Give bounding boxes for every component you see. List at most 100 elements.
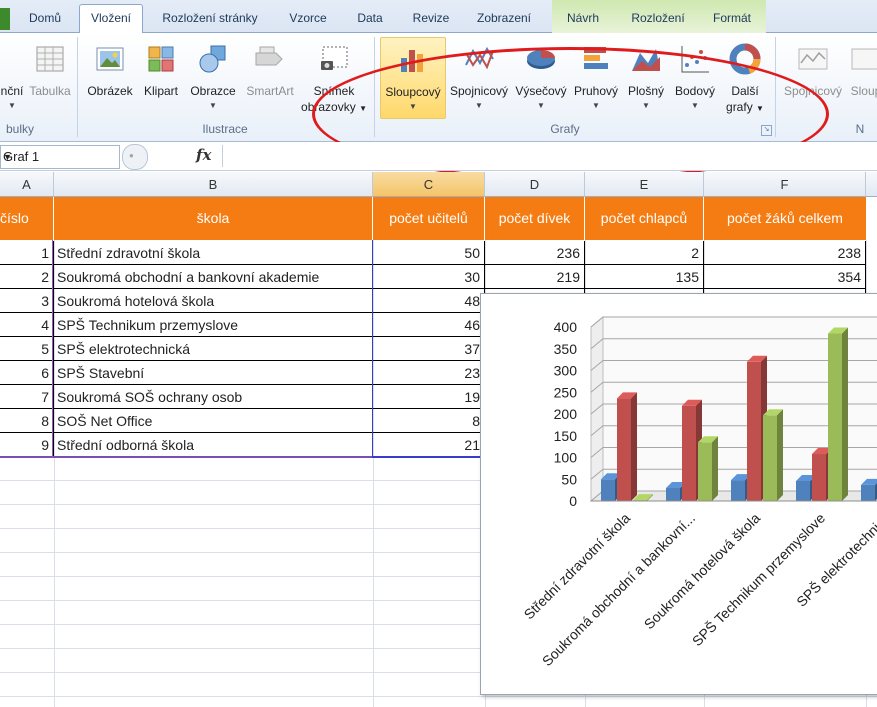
ribbon-insert-panel: nční ▼ Tabulka bulky Obrázek Klipart Obr… xyxy=(0,33,877,181)
column-header-b[interactable]: B xyxy=(54,172,373,197)
column-header-f[interactable]: F xyxy=(704,172,866,197)
cell-number[interactable]: 5 xyxy=(0,337,54,361)
cell-school[interactable]: SOŠ Net Office xyxy=(54,409,373,433)
header-cell-boys[interactable]: počet chlapců xyxy=(585,197,704,240)
cell-number[interactable]: 4 xyxy=(0,313,54,337)
cell-teachers[interactable]: 30 xyxy=(373,265,485,289)
cell-school[interactable]: Střední zdravotní škola xyxy=(54,241,373,265)
dropdown-arrow-icon: ▼ xyxy=(209,101,217,110)
cell-school[interactable]: SPŠ Stavební xyxy=(54,361,373,385)
cell-school[interactable]: Soukromá hotelová škola xyxy=(54,289,373,313)
table-icon xyxy=(36,46,64,72)
column-header-g[interactable] xyxy=(866,172,877,197)
cell-school[interactable]: Soukromá SOŠ ochrany osob xyxy=(54,385,373,409)
cell-teachers[interactable]: 48 xyxy=(373,289,485,313)
sparklines-group-label: N xyxy=(855,122,865,136)
formula-input[interactable] xyxy=(222,145,877,167)
cell-number[interactable]: 3 xyxy=(0,289,54,313)
name-box[interactable]: Graf 1 ▼ xyxy=(0,145,120,169)
dropdown-arrow-icon: ▼ xyxy=(8,101,16,110)
cell-girls[interactable]: 219 xyxy=(485,265,585,289)
cell-teachers[interactable]: 50 xyxy=(373,241,485,265)
cell-boys[interactable]: 2 xyxy=(585,241,704,265)
cell-school[interactable]: Soukromá obchodní a bankovní akademie xyxy=(54,265,373,289)
shapes-icon xyxy=(199,45,226,73)
chart-bar xyxy=(617,398,631,501)
cell-number[interactable]: 2 xyxy=(0,265,54,289)
sparkline-column-icon xyxy=(851,48,877,70)
pivot-table-label: nční xyxy=(0,84,24,98)
chart-y-tick-label: 0 xyxy=(569,493,577,509)
chart-plot: 0 50 100 150 200 250 300 350 400 Střední zdravotn… xyxy=(521,315,877,669)
pivot-table-button[interactable]: nční ▼ xyxy=(0,37,24,117)
cell-teachers[interactable]: 23 xyxy=(373,361,485,385)
cell-total[interactable]: 354 xyxy=(704,265,866,289)
chevron-down-icon[interactable]: ▼ xyxy=(3,152,115,162)
column-header-c[interactable]: C xyxy=(373,172,485,197)
smartart-button[interactable]: SmartArt xyxy=(242,37,298,117)
cell-number[interactable]: 8 xyxy=(0,409,54,433)
tab-home[interactable]: Domů xyxy=(14,5,76,31)
cell-school[interactable]: Střední odborná škola xyxy=(54,433,373,457)
shapes-button[interactable]: Obrazce ▼ xyxy=(186,37,240,117)
sparkline-column-button[interactable]: Sloup xyxy=(846,37,877,117)
file-tab-edge[interactable] xyxy=(0,8,10,30)
tab-page-layout[interactable]: Rozložení stránky xyxy=(150,5,270,31)
cell-teachers[interactable]: 46 xyxy=(373,313,485,337)
cell-teachers[interactable]: 8 xyxy=(373,409,485,433)
tab-chart-format[interactable]: Formát xyxy=(702,5,762,31)
cell-boys[interactable]: 135 xyxy=(585,265,704,289)
insert-function-icon[interactable]: fx xyxy=(196,146,211,164)
chart-y-tick-label: 200 xyxy=(554,406,578,422)
selection-border-bottom-purple xyxy=(0,456,372,458)
cell-teachers[interactable]: 21 xyxy=(373,433,485,457)
header-cell-total[interactable]: počet žáků celkem xyxy=(704,197,866,240)
chart-bar-side xyxy=(631,392,637,501)
clipart-button[interactable]: Klipart xyxy=(139,37,183,117)
selection-border-purple xyxy=(52,240,53,457)
clipart-icon xyxy=(148,46,174,72)
embedded-chart[interactable]: 0 50 100 150 200 250 300 350 400 Střední zdravotn… xyxy=(480,293,877,695)
chart-y-tick-label: 350 xyxy=(554,341,578,357)
tab-formulas[interactable]: Vzorce xyxy=(280,5,336,31)
cell-teachers[interactable]: 37 xyxy=(373,337,485,361)
chart-bar xyxy=(812,454,826,501)
chart-y-tick-label: 100 xyxy=(554,450,578,466)
header-cell-teachers[interactable]: počet učitelů xyxy=(373,197,485,240)
picture-button[interactable]: Obrázek xyxy=(82,37,138,117)
header-cell-girls[interactable]: počet dívek xyxy=(485,197,585,240)
formula-bar-resize-handle[interactable]: ● xyxy=(122,144,148,170)
header-cell-school[interactable]: škola xyxy=(54,197,373,240)
chart-bar-side xyxy=(842,327,848,501)
tab-insert[interactable]: Vložení xyxy=(79,4,143,34)
cell-school[interactable]: SPŠ elektrotechnická xyxy=(54,337,373,361)
screenshot-icon xyxy=(321,46,348,70)
tab-data[interactable]: Data xyxy=(346,5,394,31)
sparkline-line-icon xyxy=(798,48,828,70)
cell-girls[interactable]: 236 xyxy=(485,241,585,265)
chart-bar xyxy=(682,405,696,501)
cell-school[interactable]: SPŠ Technikum przemyslove xyxy=(54,313,373,337)
smartart-icon xyxy=(255,46,283,66)
tab-chart-layout[interactable]: Rozložení xyxy=(620,5,696,31)
cell-number[interactable]: 6 xyxy=(0,361,54,385)
cell-total[interactable]: 238 xyxy=(704,241,866,265)
tab-review[interactable]: Revize xyxy=(404,5,458,31)
cell-number[interactable]: 7 xyxy=(0,385,54,409)
chart-bar xyxy=(763,415,777,501)
table-button[interactable]: Tabulka xyxy=(26,37,74,117)
tab-view[interactable]: Zobrazení xyxy=(466,5,542,31)
chart-y-tick-label: 250 xyxy=(554,384,578,400)
column-header-e[interactable]: E xyxy=(585,172,704,197)
column-header-a[interactable]: A xyxy=(0,172,54,197)
cell-teachers[interactable]: 19 xyxy=(373,385,485,409)
smartart-label: SmartArt xyxy=(246,84,294,98)
header-cell-number[interactable]: číslo xyxy=(0,197,54,240)
ribbon-tab-bar: Domů Vložení Rozložení stránky Vzorce Da… xyxy=(0,0,877,34)
cell-number[interactable]: 9 xyxy=(0,433,54,457)
chart-y-tick-label: 50 xyxy=(561,471,577,487)
cell-number[interactable]: 1 xyxy=(0,241,54,265)
clipart-label: Klipart xyxy=(143,84,178,98)
column-header-d[interactable]: D xyxy=(485,172,585,197)
tab-chart-design[interactable]: Návrh xyxy=(554,5,612,31)
